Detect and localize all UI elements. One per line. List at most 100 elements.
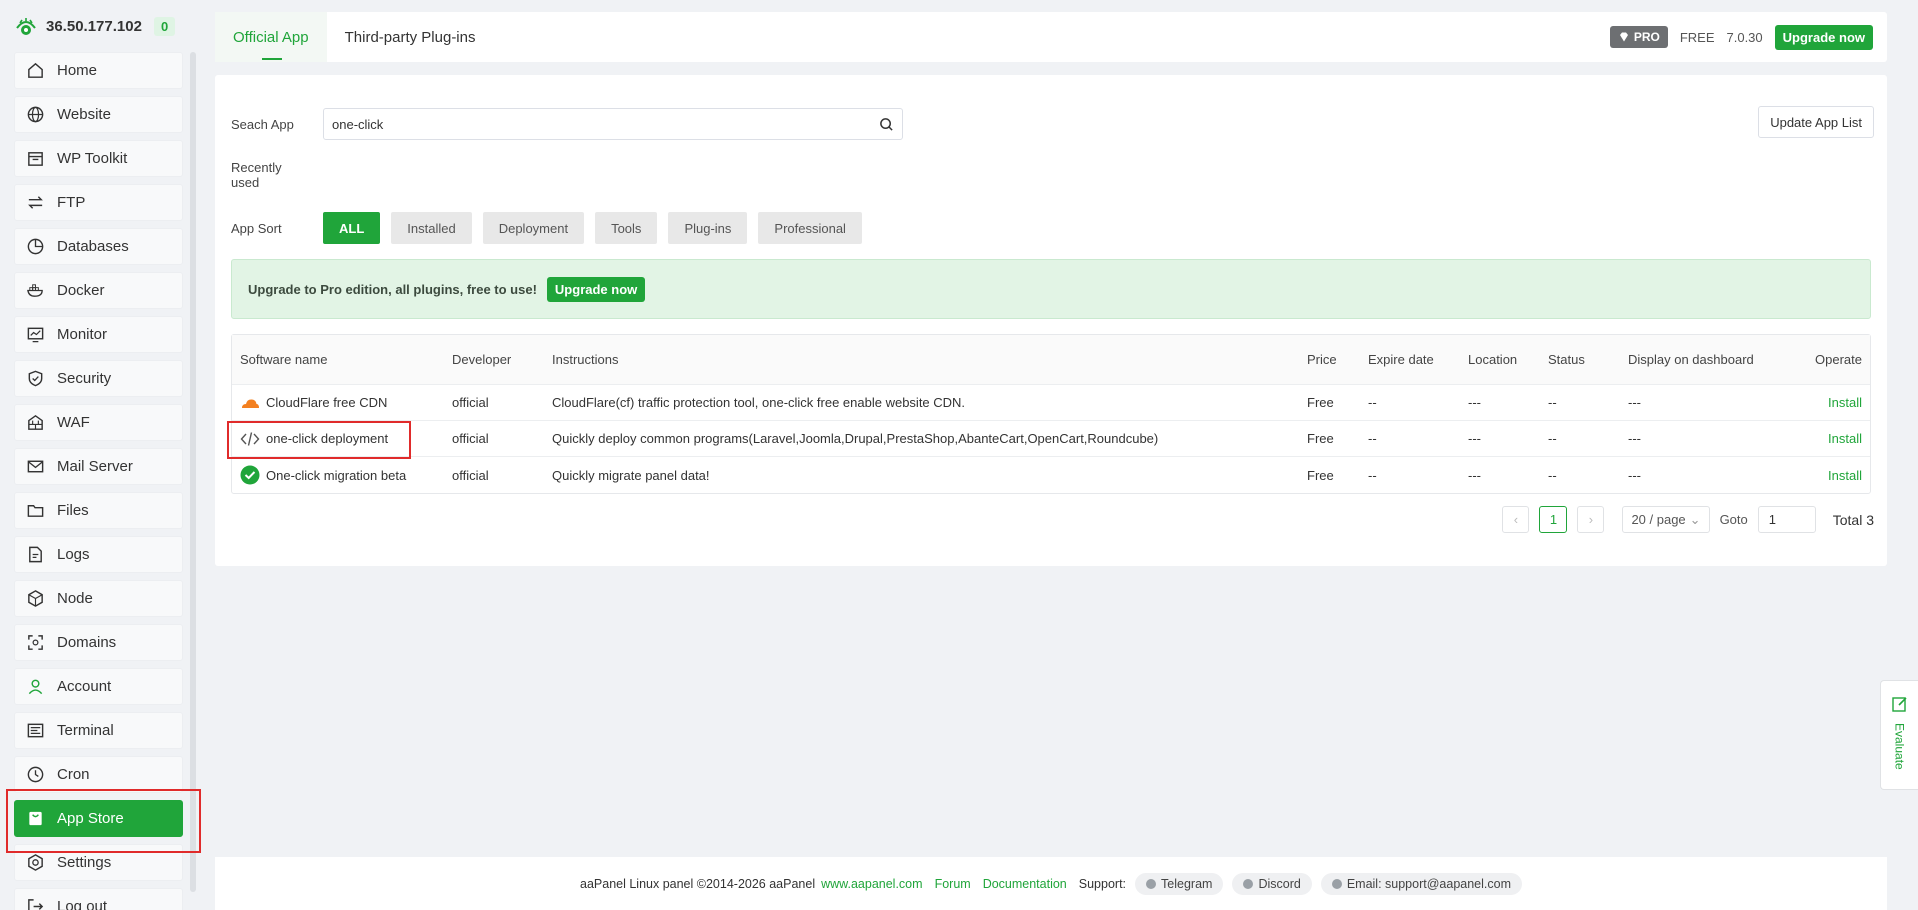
sidebar-item-terminal[interactable]: Terminal [14, 712, 183, 749]
sidebar-item-monitor[interactable]: Monitor [14, 316, 183, 353]
tab-third-party-plugins[interactable]: Third-party Plug-ins [327, 12, 494, 62]
display-cell: --- [1628, 395, 1641, 410]
sidebar-item-domains[interactable]: Domains [14, 624, 183, 661]
documentation-link[interactable]: Documentation [983, 877, 1067, 891]
page-size-select[interactable]: 20 / page ⌄ [1622, 506, 1710, 533]
telegram-icon [1146, 878, 1157, 889]
location-cell: --- [1468, 467, 1481, 483]
sidebar-item-node[interactable]: Node [14, 580, 183, 617]
sidebar-item-label: Node [57, 590, 93, 607]
sidebar-item-label: Security [57, 370, 112, 387]
expire-date-cell: -- [1368, 395, 1377, 410]
globe-icon [25, 105, 45, 125]
evaluate-tab[interactable]: Evaluate [1880, 680, 1918, 790]
status-cell: -- [1548, 395, 1557, 410]
install-link[interactable]: Install [1828, 468, 1862, 483]
expire-date-cell: -- [1368, 467, 1377, 483]
footer: aaPanel Linux panel ©2014-2026 aaPanel w… [215, 857, 1887, 910]
location-cell: --- [1468, 431, 1481, 446]
search-value: one-click [332, 116, 384, 132]
tab-official-app[interactable]: Official App [215, 12, 327, 62]
sidebar-item-website[interactable]: Website [14, 96, 183, 133]
software-name[interactable]: CloudFlare free CDN [266, 395, 387, 410]
sort-professional-button[interactable]: Professional [758, 212, 862, 244]
logout-icon [25, 897, 45, 910]
sidebar-item-log-out[interactable]: Log out [14, 888, 183, 910]
developer-cell: official [452, 467, 489, 483]
forum-link[interactable]: Forum [935, 877, 971, 891]
transfer-icon [25, 193, 45, 213]
clock-icon [25, 765, 45, 785]
edit-feedback-icon [1891, 697, 1907, 712]
search-input[interactable]: one-click [323, 108, 903, 140]
col-developer: Developer [452, 352, 512, 367]
green-check-icon [240, 465, 260, 485]
sidebar-item-label: Files [57, 502, 89, 519]
sort-installed-button[interactable]: Installed [391, 212, 472, 244]
sidebar-item-databases[interactable]: Databases [14, 228, 183, 265]
col-price: Price [1307, 352, 1337, 367]
recently-used-label: Recently used [231, 160, 282, 190]
goto-page-input[interactable]: 1 [1757, 506, 1816, 533]
upgrade-banner-text: Upgrade to Pro edition, all plugins, fre… [248, 281, 537, 297]
sidebar-header: 36.50.177.102 0 [0, 0, 200, 52]
table-row: CloudFlare free CDN official CloudFlare(… [232, 385, 1870, 421]
next-page-button[interactable]: › [1577, 506, 1605, 533]
sidebar-item-security[interactable]: Security [14, 360, 183, 397]
discord-label: Discord [1258, 876, 1301, 891]
sidebar-scrollbar[interactable] [190, 52, 196, 892]
sidebar-item-docker[interactable]: Docker [14, 272, 183, 309]
sidebar-item-label: Databases [57, 238, 129, 255]
sidebar-item-label: Cron [57, 766, 90, 783]
sort-tools-button[interactable]: Tools [595, 212, 658, 244]
support-label: Support: [1078, 876, 1127, 891]
install-link[interactable]: Install [1828, 395, 1862, 410]
price-cell: Free [1307, 431, 1334, 446]
install-link[interactable]: Install [1828, 431, 1862, 446]
telegram-link[interactable]: Telegram [1135, 872, 1224, 895]
sidebar-item-cron[interactable]: Cron [14, 756, 183, 793]
goto-label: Goto [1719, 512, 1748, 527]
version-label: 7.0.30 [1726, 29, 1763, 45]
sidebar-item-waf[interactable]: WAF [14, 404, 183, 441]
sidebar-item-account[interactable]: Account [14, 668, 183, 705]
app-sort-label: App Sort [231, 221, 282, 236]
log-file-icon [25, 545, 45, 565]
settings-icon [25, 853, 45, 873]
developer-cell: official [452, 431, 489, 446]
sidebar-item-files[interactable]: Files [14, 492, 183, 529]
email-label: Email: support@aapanel.com [1346, 876, 1511, 891]
sidebar-item-wp-toolkit[interactable]: WP Toolkit [14, 140, 183, 177]
user-icon [25, 677, 45, 697]
search-icon[interactable] [879, 117, 894, 132]
email-link[interactable]: Email: support@aapanel.com [1320, 872, 1522, 895]
alert-count-badge[interactable]: 0 [153, 16, 176, 36]
instructions-cell: CloudFlare(cf) traffic protection tool, … [552, 395, 966, 410]
sidebar-item-label: Website [57, 106, 111, 123]
sidebar-item-logs[interactable]: Logs [14, 536, 183, 573]
sort-deployment-button[interactable]: Deployment [482, 212, 585, 244]
update-app-list-button[interactable]: Update App List [1758, 106, 1874, 138]
pro-badge[interactable]: PRO [1609, 26, 1668, 48]
sidebar-item-label: Home [57, 62, 98, 79]
discord-link[interactable]: Discord [1232, 872, 1312, 895]
page-size-value: 20 / page [1631, 512, 1686, 527]
instructions-cell: Quickly migrate panel data! [552, 467, 710, 483]
software-name[interactable]: One-click migration beta [266, 468, 406, 483]
sidebar-item-mail-server[interactable]: Mail Server [14, 448, 183, 485]
page-number-button[interactable]: 1 [1539, 506, 1568, 533]
upgrade-now-button[interactable]: Upgrade now [1774, 24, 1873, 50]
sort-all-button[interactable]: ALL [323, 212, 381, 244]
total-count: Total 3 [1832, 511, 1874, 528]
banner-upgrade-button[interactable]: Upgrade now [546, 276, 646, 302]
prev-page-button[interactable]: ‹ [1502, 506, 1530, 533]
sidebar-item-home[interactable]: Home [14, 52, 183, 89]
expire-date-cell: -- [1368, 431, 1377, 446]
website-link[interactable]: www.aapanel.com [821, 877, 922, 891]
email-icon [1331, 878, 1342, 889]
home-icon [25, 61, 45, 81]
upgrade-banner: Upgrade to Pro edition, all plugins, fre… [231, 259, 1871, 319]
table-header-row: Software name Developer Instructions Pri… [232, 335, 1870, 385]
sidebar-item-ftp[interactable]: FTP [14, 184, 183, 221]
sort-plugins-button[interactable]: Plug-ins [668, 212, 748, 244]
